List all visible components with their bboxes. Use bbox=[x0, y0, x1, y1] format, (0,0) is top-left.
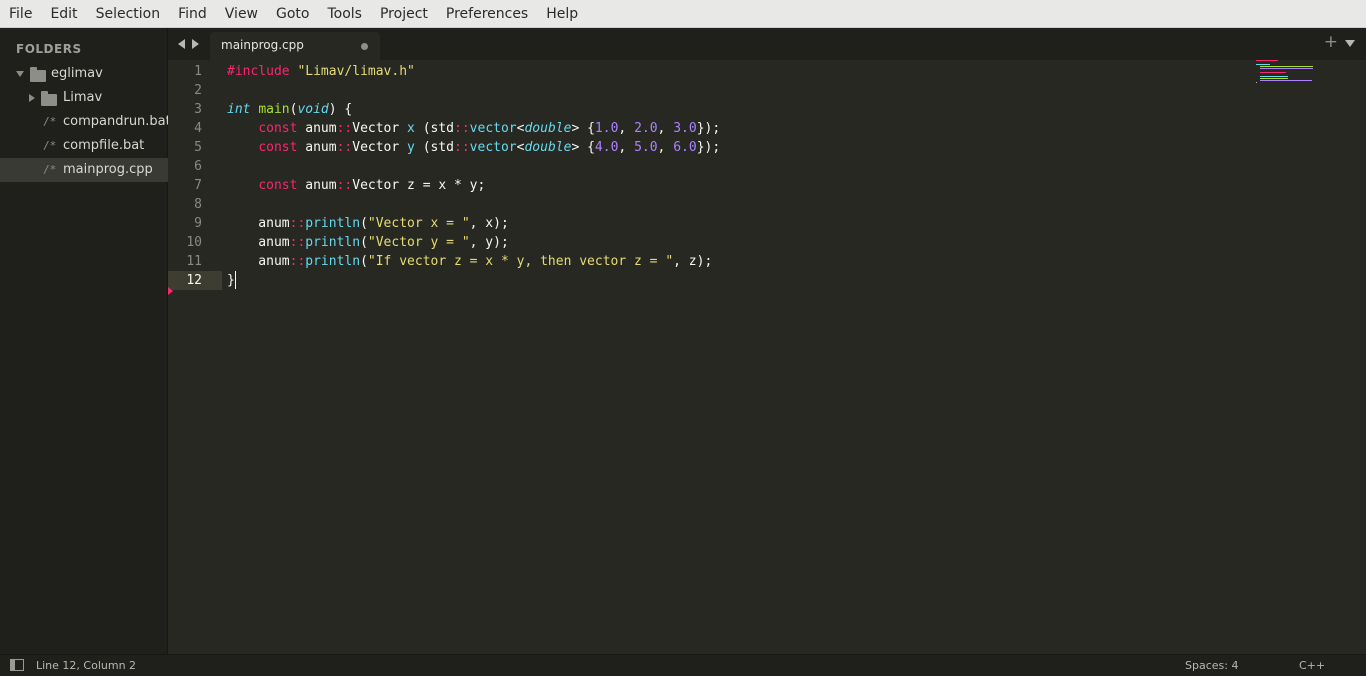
minimap-line bbox=[1259, 76, 1289, 77]
menu-selection[interactable]: Selection bbox=[87, 0, 170, 28]
folder-open-icon bbox=[30, 67, 46, 82]
code-line[interactable]: #include "Limav/limav.h" bbox=[227, 62, 1247, 81]
folder-icon bbox=[41, 91, 57, 106]
tree-item-mainprog[interactable]: /* mainprog.cpp bbox=[0, 158, 168, 182]
editor[interactable]: 1 2 3 4 5 6 7 8 9 10 11 12 #include "Lim… bbox=[168, 60, 1366, 654]
menu-view[interactable]: View bbox=[216, 0, 267, 28]
minimap-line bbox=[1256, 64, 1271, 65]
code-line[interactable]: } bbox=[227, 271, 1247, 290]
tab-bar: mainprog.cpp + bbox=[168, 28, 1366, 60]
line-number: 6 bbox=[194, 159, 202, 174]
code-line[interactable]: anum::println("Vector x = ", x); bbox=[227, 214, 1247, 233]
tree-item-label: eglimav bbox=[51, 66, 103, 81]
folders-header: FOLDERS bbox=[16, 42, 82, 56]
plus-icon[interactable]: + bbox=[1324, 34, 1338, 51]
line-number: 10 bbox=[186, 235, 202, 250]
minimap[interactable] bbox=[1256, 60, 1316, 90]
menu-tools[interactable]: Tools bbox=[318, 0, 371, 28]
minimap-line bbox=[1259, 72, 1286, 73]
code-line[interactable]: anum::println("If vector z = x * y, then… bbox=[227, 252, 1247, 271]
error-marker-icon bbox=[168, 287, 173, 295]
tab-title: mainprog.cpp bbox=[221, 38, 304, 52]
text-cursor bbox=[234, 271, 236, 289]
line-number: 8 bbox=[194, 197, 202, 212]
code-line[interactable] bbox=[227, 81, 1247, 100]
minimap-line bbox=[1256, 82, 1257, 83]
nav-forward-icon[interactable] bbox=[192, 39, 199, 49]
unsaved-dot-icon[interactable] bbox=[361, 43, 368, 50]
minimap-line bbox=[1259, 80, 1312, 81]
nav-back-icon[interactable] bbox=[178, 39, 185, 49]
line-number: 5 bbox=[194, 140, 202, 155]
menu-goto[interactable]: Goto bbox=[267, 0, 318, 28]
cursor-position: Line 12, Column 2 bbox=[36, 659, 137, 672]
tree-item-label: Limav bbox=[63, 90, 103, 105]
chevron-down-icon[interactable] bbox=[16, 71, 24, 77]
tab-dropdown-icon[interactable] bbox=[1345, 40, 1355, 47]
indentation-setting[interactable]: Spaces: 4 bbox=[1185, 659, 1238, 672]
minimap-line bbox=[1256, 60, 1278, 61]
menu-preferences[interactable]: Preferences bbox=[437, 0, 537, 28]
menu-project[interactable]: Project bbox=[371, 0, 437, 28]
menu-file[interactable]: File bbox=[0, 0, 41, 28]
line-number: 1 bbox=[194, 64, 202, 79]
tree-item-label: compandrun.bat bbox=[63, 114, 171, 129]
menu-help[interactable]: Help bbox=[537, 0, 587, 28]
code-line[interactable] bbox=[227, 157, 1247, 176]
syntax-mode[interactable]: C++ bbox=[1299, 659, 1325, 672]
code-line[interactable]: const anum::Vector x (std::vector<double… bbox=[227, 119, 1247, 138]
tree-item-label: mainprog.cpp bbox=[63, 162, 153, 177]
sidebar-toggle-icon[interactable] bbox=[10, 659, 24, 671]
code-line[interactable]: int main(void) { bbox=[227, 100, 1247, 119]
line-number: 2 bbox=[194, 83, 202, 98]
minimap-line bbox=[1259, 68, 1313, 69]
menu-bar: File Edit Selection Find View Goto Tools… bbox=[0, 0, 1366, 28]
tree-item-compandrun[interactable]: /* compandrun.bat bbox=[0, 110, 171, 134]
minimap-line bbox=[1259, 78, 1289, 79]
line-number: 3 bbox=[194, 102, 202, 117]
line-number: 4 bbox=[194, 121, 202, 136]
tree-item-label: compfile.bat bbox=[63, 138, 145, 153]
file-icon: /* bbox=[43, 139, 57, 152]
code-line[interactable] bbox=[227, 195, 1247, 214]
line-number-gutter: 1 2 3 4 5 6 7 8 9 10 11 12 bbox=[168, 62, 222, 290]
chevron-right-icon[interactable] bbox=[29, 94, 35, 102]
tree-item-root-folder[interactable]: eglimav bbox=[0, 62, 168, 86]
file-icon: /* bbox=[43, 115, 57, 128]
line-number: 7 bbox=[194, 178, 202, 193]
line-number: 11 bbox=[186, 254, 202, 269]
menu-edit[interactable]: Edit bbox=[41, 0, 86, 28]
tab-mainprog[interactable]: mainprog.cpp bbox=[210, 32, 380, 60]
line-number-current: 12 bbox=[168, 271, 222, 290]
tree-item-limav-folder[interactable]: Limav bbox=[0, 86, 168, 110]
sidebar: FOLDERS eglimav Limav /* compandrun.bat … bbox=[0, 28, 171, 654]
line-number: 9 bbox=[194, 216, 202, 231]
code-line[interactable]: anum::println("Vector y = ", y); bbox=[227, 233, 1247, 252]
menu-find[interactable]: Find bbox=[169, 0, 216, 28]
file-icon: /* bbox=[43, 163, 57, 176]
code-line[interactable]: const anum::Vector y (std::vector<double… bbox=[227, 138, 1247, 157]
code-area[interactable]: #include "Limav/limav.h" int main(void) … bbox=[227, 62, 1247, 290]
tree-item-compfile[interactable]: /* compfile.bat bbox=[0, 134, 168, 158]
code-line[interactable]: const anum::Vector z = x * y; bbox=[227, 176, 1247, 195]
minimap-line bbox=[1259, 66, 1313, 67]
status-bar: Line 12, Column 2 Spaces: 4 C++ bbox=[0, 654, 1366, 676]
